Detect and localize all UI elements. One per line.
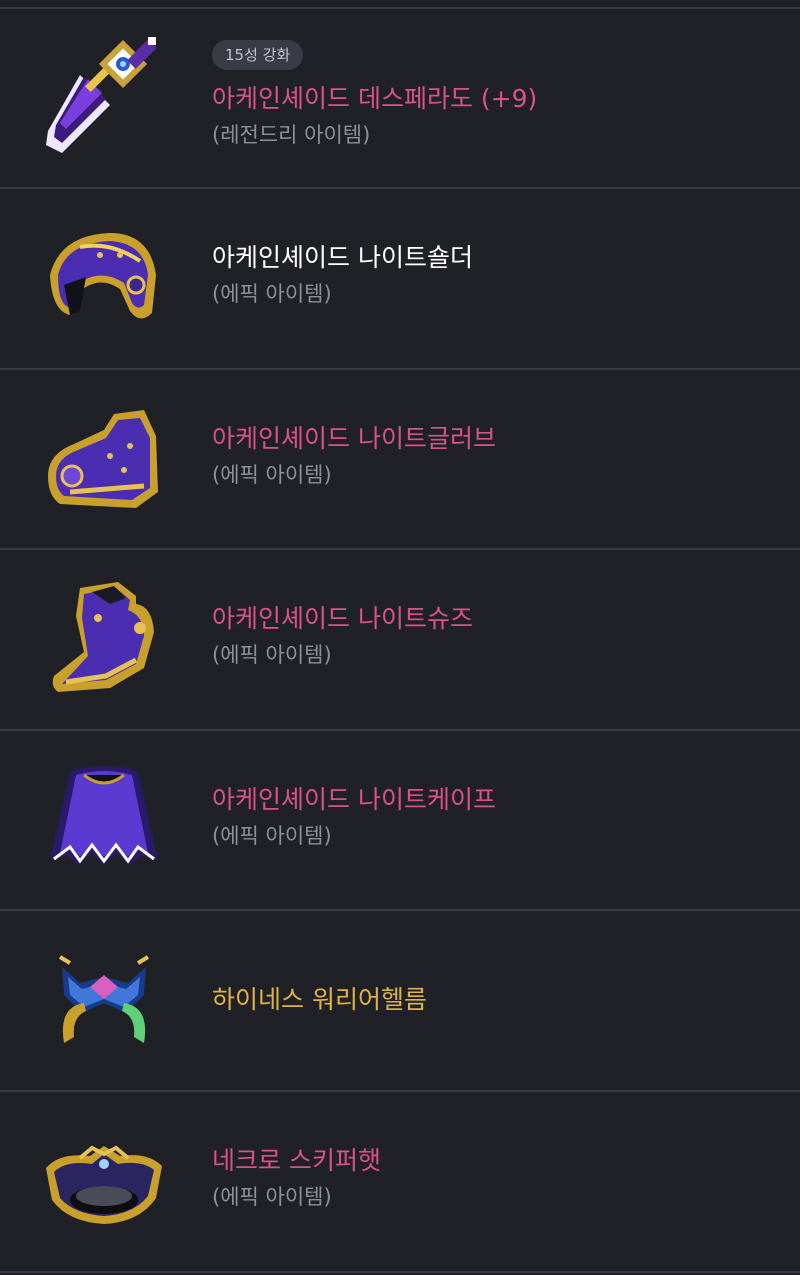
- item-grade: (레전드리 아이템): [212, 123, 371, 147]
- list-item-weapon[interactable]: 15성 강화 아케인셰이드 데스페라도 (+9) (레전드리 아이템): [0, 9, 800, 188]
- item-grade: (에픽 아이템): [212, 1185, 332, 1209]
- item-name: 아케인셰이드 나이트숄더: [212, 243, 473, 272]
- item-grade: (에픽 아이템): [212, 824, 332, 848]
- item-info: 아케인셰이드 나이트숄더 (에픽 아이템): [212, 241, 780, 309]
- list-item-shoes[interactable]: 아케인셰이드 나이트슈즈 (에픽 아이템): [0, 550, 800, 729]
- item-info: 아케인셰이드 나이트글러브 (에픽 아이템): [212, 422, 780, 490]
- arcane-desperado-weapon-icon: [40, 35, 168, 163]
- highness-warrior-helm-icon: [40, 937, 168, 1065]
- list-item-helm[interactable]: 하이네스 워리어헬름: [0, 911, 800, 1090]
- arcane-night-shoes-icon: [40, 576, 168, 704]
- item-name: 하이네스 워리어헬름: [212, 985, 427, 1014]
- item-name: 네크로 스키퍼햇: [212, 1146, 381, 1175]
- list-item-cape[interactable]: 아케인셰이드 나이트케이프 (에픽 아이템): [0, 731, 800, 910]
- list-item-hat[interactable]: 네크로 스키퍼햇 (에픽 아이템): [0, 1092, 800, 1271]
- arcane-night-glove-icon: [40, 396, 168, 524]
- row-divider: [0, 1271, 800, 1273]
- item-info: 네크로 스키퍼햇 (에픽 아이템): [212, 1144, 780, 1212]
- item-grade: (에픽 아이템): [212, 463, 332, 487]
- equipment-list: 15성 강화 아케인셰이드 데스페라도 (+9) (레전드리 아이템) 아케인셰…: [0, 0, 800, 1275]
- necro-skipper-hat-icon: [40, 1118, 168, 1246]
- list-item-shoulder[interactable]: 아케인셰이드 나이트숄더 (에픽 아이템): [0, 189, 800, 368]
- item-name: 아케인셰이드 나이트글러브: [212, 424, 496, 453]
- item-name: 아케인셰이드 데스페라도 (+9): [212, 84, 538, 113]
- arcane-night-cape-icon: [40, 757, 168, 885]
- arcane-night-shoulder-icon: [40, 215, 168, 343]
- item-grade: (에픽 아이템): [212, 282, 332, 306]
- item-info: 15성 강화 아케인셰이드 데스페라도 (+9) (레전드리 아이템): [212, 40, 780, 150]
- item-name: 아케인셰이드 나이트슈즈: [212, 604, 473, 633]
- item-grade: (에픽 아이템): [212, 643, 332, 667]
- item-name: 아케인셰이드 나이트케이프: [212, 785, 496, 814]
- item-info: 하이네스 워리어헬름: [212, 983, 780, 1017]
- star-force-badge: 15성 강화: [212, 40, 304, 70]
- item-info: 아케인셰이드 나이트케이프 (에픽 아이템): [212, 783, 780, 851]
- item-info: 아케인셰이드 나이트슈즈 (에픽 아이템): [212, 602, 780, 670]
- list-item-glove[interactable]: 아케인셰이드 나이트글러브 (에픽 아이템): [0, 370, 800, 549]
